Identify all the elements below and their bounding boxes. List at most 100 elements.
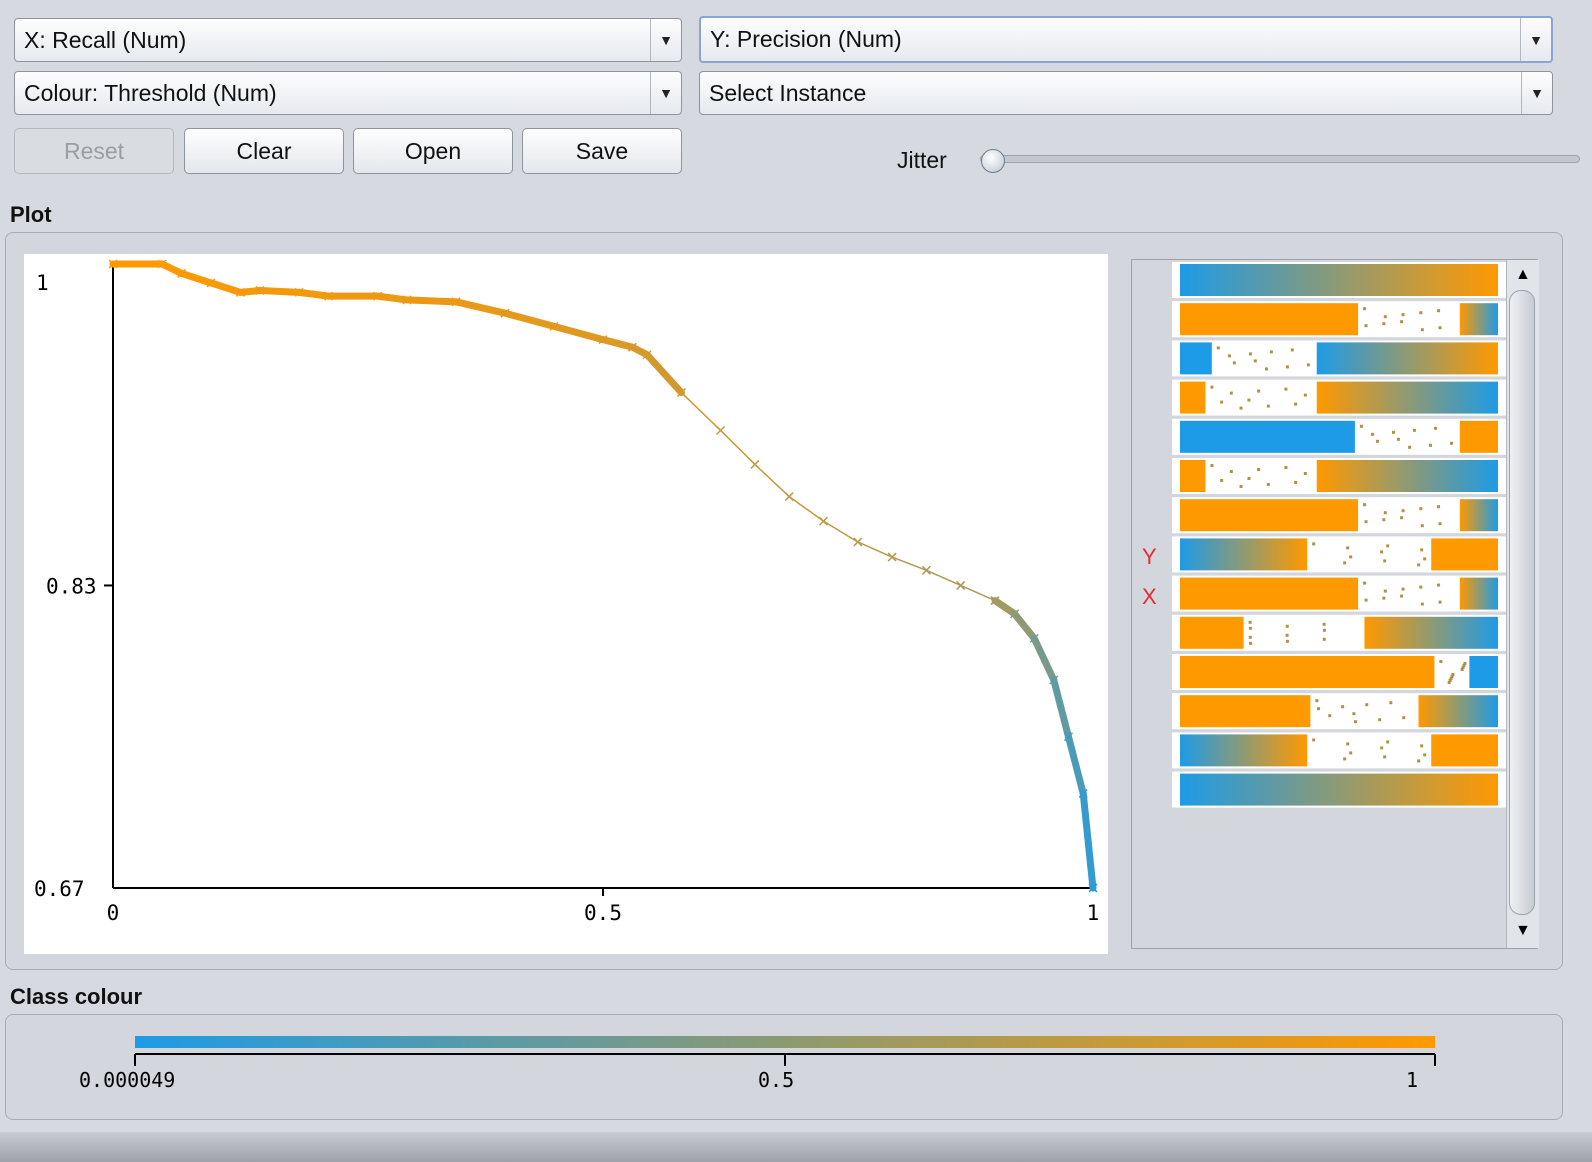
x-axis-select-value: X: Recall (Num) — [24, 27, 187, 53]
instance-select-value: Select Instance — [709, 80, 867, 106]
scrollbar-thumb[interactable] — [1509, 290, 1535, 915]
strip-dot — [1438, 326, 1442, 330]
y-marker: Y — [1142, 544, 1157, 569]
strip-dot — [1284, 466, 1288, 469]
series-line-segment — [374, 292, 411, 304]
strip-dot — [1346, 742, 1350, 746]
series-line-segment — [403, 296, 460, 306]
strip-dot — [1229, 470, 1233, 473]
strip-segment — [1459, 499, 1498, 532]
strip-dot — [1248, 352, 1252, 356]
strip-dot — [1363, 307, 1367, 311]
strip-dot — [1437, 505, 1441, 509]
strip-dot — [1247, 398, 1251, 402]
chevron-down-icon[interactable]: ▼ — [650, 19, 681, 61]
strip-dot — [1417, 563, 1421, 567]
strip-dot — [1285, 365, 1289, 369]
colour-select-value: Colour: Threshold (Num) — [24, 80, 277, 106]
open-button[interactable]: Open — [353, 128, 513, 174]
strip-dot — [1401, 587, 1405, 591]
strip-dot — [1354, 720, 1358, 724]
strip-dot — [1380, 746, 1384, 750]
strip-dot — [1303, 472, 1307, 475]
clear-button[interactable]: Clear — [184, 128, 344, 174]
strip-dot — [1364, 520, 1368, 524]
vertical-scrollbar[interactable]: ▲ ▼ — [1506, 260, 1539, 948]
strip-dot — [1420, 524, 1424, 528]
scroll-up-arrow-icon[interactable]: ▲ — [1515, 266, 1531, 284]
chevron-down-icon[interactable]: ▼ — [1521, 72, 1552, 114]
strip-segment — [1316, 342, 1498, 375]
strip-dot — [1312, 738, 1316, 742]
strip-dot — [1269, 350, 1273, 354]
y-tick-label: 0.67 — [34, 877, 85, 901]
strip-dot — [1315, 699, 1319, 703]
strip-dot — [1378, 718, 1382, 722]
x-axis-select[interactable]: X: Recall (Num) ▼ — [14, 18, 682, 62]
instance-select[interactable]: Select Instance ▼ — [699, 71, 1553, 115]
strip-dot — [1449, 441, 1453, 445]
strip-dot — [1285, 639, 1289, 643]
strip-dot — [1375, 439, 1379, 443]
strip-dot — [1401, 509, 1405, 513]
strip-dot — [1419, 507, 1423, 511]
strip-dot — [1322, 637, 1326, 641]
strip-dot — [1364, 324, 1368, 328]
strip-dot — [1349, 555, 1353, 559]
strip-dot — [1420, 602, 1424, 606]
strip-dot — [1232, 361, 1236, 365]
strip-dot — [1382, 322, 1386, 326]
strip-dot — [1383, 589, 1387, 593]
strip-dot — [1400, 320, 1404, 324]
strip-segment — [1180, 342, 1212, 375]
chevron-down-icon[interactable]: ▼ — [1520, 18, 1551, 61]
strip-segment — [1180, 577, 1359, 610]
strip-dot — [1285, 633, 1289, 637]
strip-dot — [1386, 740, 1390, 744]
strip-dot — [1248, 620, 1252, 624]
series-line-segment — [256, 286, 303, 296]
strip-segment — [1180, 460, 1206, 492]
strip-dot — [1363, 503, 1367, 507]
strip-dot — [1284, 387, 1288, 391]
strip-dot — [1438, 600, 1442, 604]
colour-select[interactable]: Colour: Threshold (Num) ▼ — [14, 71, 682, 115]
strip-segment — [1180, 499, 1359, 532]
strip-dot — [1401, 313, 1405, 317]
strip-dot — [1343, 757, 1347, 761]
strip-dot — [1419, 585, 1423, 589]
y-tick-label: 1 — [36, 271, 49, 295]
strip-dot — [1423, 557, 1427, 561]
strip-dot — [1227, 354, 1231, 358]
class-colour-section-title: Class colour — [10, 984, 143, 1009]
strip-dot — [1249, 641, 1253, 645]
strip-dot — [1248, 626, 1252, 630]
attribute-strips — [1172, 262, 1506, 808]
strip-dot — [1216, 346, 1220, 350]
strip-dot — [1312, 542, 1316, 546]
strip-segment — [1180, 420, 1355, 453]
colour-bar-mid-label: 0.5 — [758, 1068, 795, 1092]
chevron-down-icon[interactable]: ▼ — [650, 72, 681, 114]
strip-dot — [1402, 716, 1406, 720]
scroll-down-arrow-icon[interactable]: ▼ — [1515, 922, 1531, 940]
jitter-slider-handle[interactable] — [981, 149, 1005, 173]
strip-segment — [1431, 538, 1498, 571]
strip-dot — [1420, 548, 1424, 552]
strip-dot — [1349, 751, 1353, 755]
strip-dot — [1266, 483, 1270, 486]
save-button[interactable]: Save — [522, 128, 682, 174]
reset-button[interactable]: Reset — [14, 128, 174, 174]
strip-dot — [1346, 546, 1350, 550]
strip-dot — [1417, 759, 1421, 763]
strip-dot — [1412, 428, 1416, 432]
strip-dot — [1257, 389, 1261, 393]
jitter-slider-track[interactable] — [980, 155, 1580, 163]
strip-dot — [1447, 681, 1451, 684]
colour-bar-max-label: 1 — [1406, 1068, 1419, 1092]
strip-dot — [1285, 624, 1289, 628]
strip-dot — [1438, 522, 1442, 526]
y-axis-select[interactable]: Y: Precision (Num) ▼ — [699, 16, 1553, 63]
strip-dot — [1365, 703, 1369, 707]
strip-dot — [1364, 598, 1368, 602]
